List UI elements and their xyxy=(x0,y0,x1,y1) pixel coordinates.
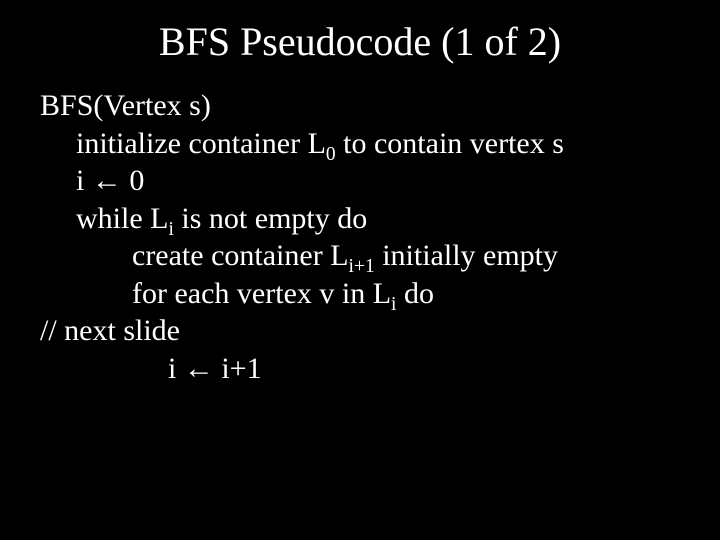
text: while L xyxy=(76,202,168,235)
text: for each vertex v in L xyxy=(132,277,391,310)
text: create container L xyxy=(132,239,349,272)
code-line-6: // next slide xyxy=(40,312,680,350)
text: initialize container L xyxy=(76,127,326,160)
code-line-0: BFS(Vertex s) xyxy=(40,87,680,125)
text: to contain vertex s xyxy=(336,127,564,160)
code-line-7: i ← i+1 xyxy=(40,350,680,388)
left-arrow-icon: ← xyxy=(184,352,214,385)
slide-body: BFS(Vertex s) initialize container L0 to… xyxy=(40,87,680,387)
code-line-2: i ← 0 xyxy=(40,162,680,200)
left-arrow-icon: ← xyxy=(92,164,122,197)
text: BFS(Vertex s) xyxy=(40,89,211,122)
text: initially empty xyxy=(375,239,558,272)
subscript: 0 xyxy=(326,144,336,165)
code-line-5: for each vertex v in Li do xyxy=(40,275,680,313)
subscript: i+1 xyxy=(349,256,375,277)
text: 0 xyxy=(122,164,145,197)
text: i xyxy=(168,352,184,385)
text: i+1 xyxy=(214,352,262,385)
slide-title: BFS Pseudocode (1 of 2) xyxy=(40,18,680,65)
text: i xyxy=(76,164,92,197)
text: do xyxy=(396,277,434,310)
code-line-4: create container Li+1 initially empty xyxy=(40,237,680,275)
code-line-3: while Li is not empty do xyxy=(40,200,680,238)
text: // next slide xyxy=(40,314,180,347)
text: is not empty do xyxy=(174,202,367,235)
slide: BFS Pseudocode (1 of 2) BFS(Vertex s) in… xyxy=(0,0,720,540)
code-line-1: initialize container L0 to contain verte… xyxy=(40,125,680,163)
